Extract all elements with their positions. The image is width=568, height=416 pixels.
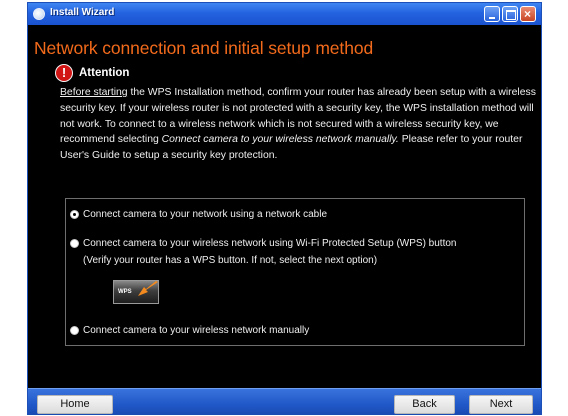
back-button[interactable]: Back — [394, 395, 455, 414]
close-button[interactable]: × — [520, 6, 536, 22]
radio-manual[interactable] — [70, 326, 79, 335]
option-note: (Verify your router has a WPS button. If… — [83, 255, 378, 266]
attention-label: Attention — [79, 67, 130, 79]
attention-italic-text: Connect camera to your wireless network … — [161, 134, 399, 146]
option-label: Connect camera to your network using a n… — [83, 209, 328, 220]
wps-image-label: WPS — [118, 289, 132, 295]
radio-wps[interactable] — [70, 239, 79, 248]
option-label: Connect camera to your wireless network … — [83, 325, 310, 336]
button-bar: Home Back Next — [28, 388, 541, 415]
close-icon: × — [524, 7, 532, 21]
connection-options-group: Connect camera to your network using a n… — [65, 198, 525, 346]
arrow-icon — [138, 281, 158, 296]
attention-message: Before starting the WPS Installation met… — [60, 85, 536, 164]
title-bar[interactable]: Install Wizard × — [28, 3, 541, 25]
wps-button-image: WPS — [113, 280, 159, 304]
next-button[interactable]: Next — [469, 395, 533, 414]
attention-underlined-text: Before starting — [60, 87, 128, 98]
page-title: Network connection and initial setup met… — [34, 38, 374, 58]
option-label: Connect camera to your wireless network … — [83, 238, 457, 249]
install-wizard-window: Install Wizard × Network connection and … — [27, 2, 542, 415]
home-button[interactable]: Home — [37, 395, 113, 414]
alert-icon: ! — [55, 64, 73, 82]
minimize-button[interactable] — [484, 6, 500, 22]
maximize-button[interactable] — [502, 6, 518, 22]
app-icon — [33, 8, 45, 20]
radio-network-cable[interactable] — [70, 210, 79, 219]
window-title: Install Wizard — [50, 7, 115, 18]
